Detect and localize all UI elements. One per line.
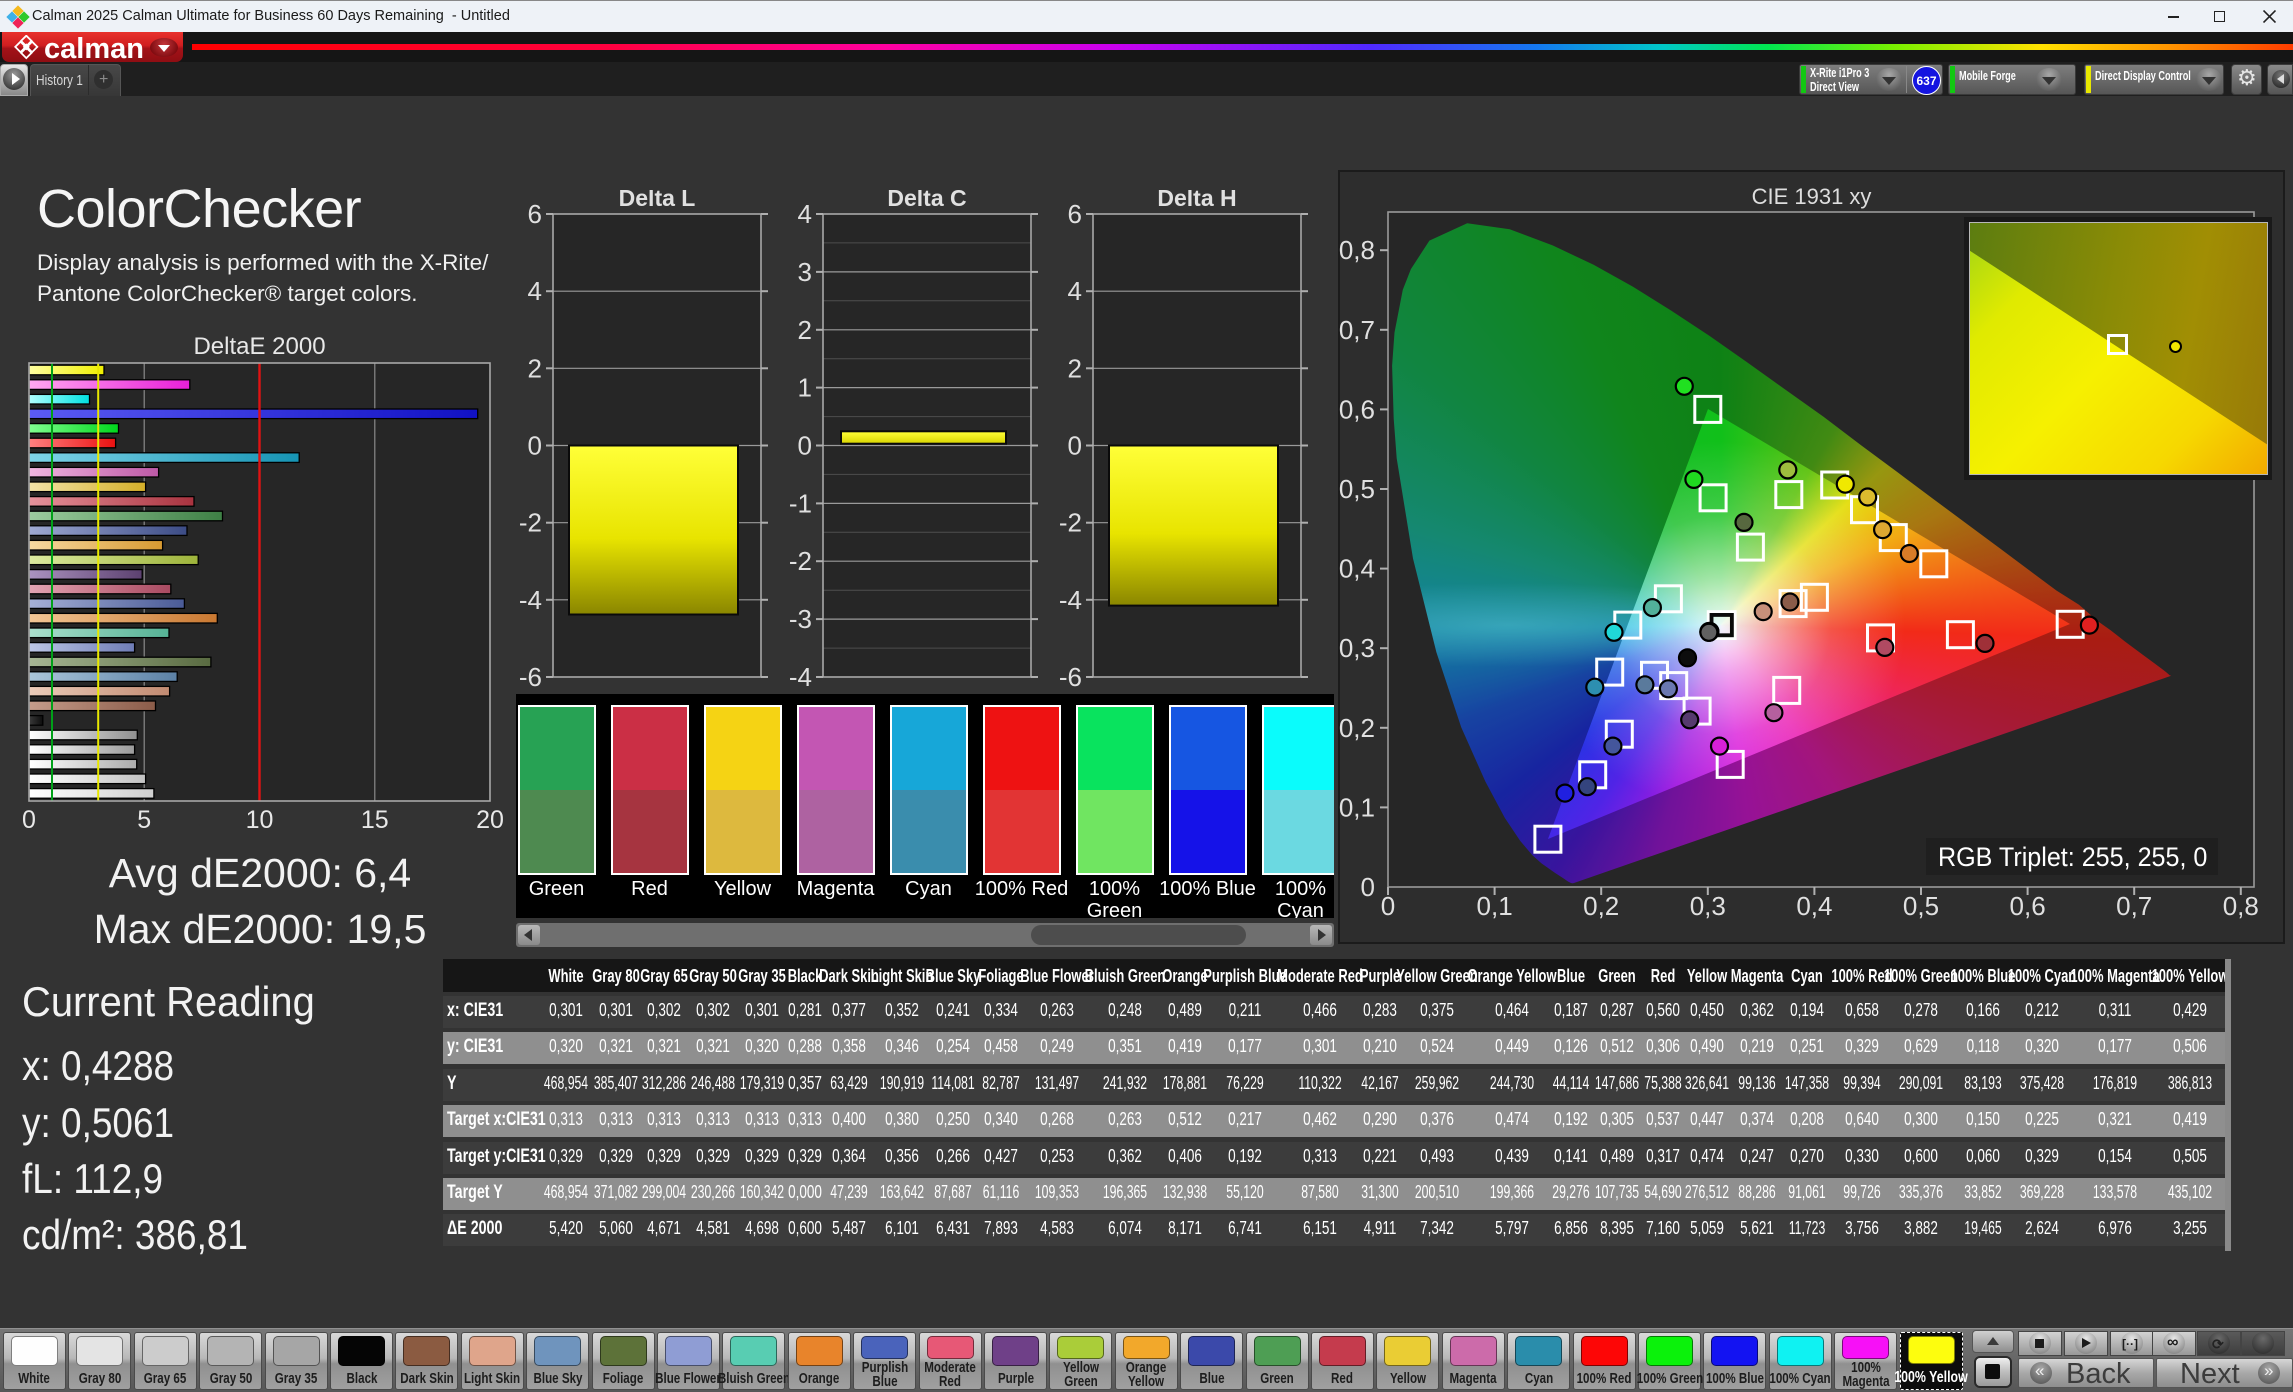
svg-text:0: 0	[1068, 431, 1082, 461]
svg-text:Delta H: Delta H	[1157, 190, 1236, 211]
svg-text:0,7: 0,7	[2116, 891, 2152, 921]
svg-text:-4: -4	[519, 585, 542, 615]
svg-text:0,2: 0,2	[1583, 891, 1619, 921]
svg-text:-1: -1	[789, 488, 812, 518]
svg-text:0,5: 0,5	[1339, 474, 1375, 504]
svg-text:0,8: 0,8	[1339, 235, 1375, 265]
svg-text:5: 5	[137, 806, 151, 834]
svg-text:0: 0	[528, 431, 542, 461]
svg-text:0: 0	[1381, 891, 1395, 921]
svg-text:1: 1	[798, 373, 812, 403]
svg-text:-4: -4	[789, 662, 812, 690]
svg-text:Delta L: Delta L	[619, 190, 696, 211]
svg-text:DeltaE 2000: DeltaE 2000	[193, 336, 325, 360]
svg-text:0,1: 0,1	[1339, 792, 1375, 822]
svg-text:Delta C: Delta C	[887, 190, 966, 211]
svg-text:0,2: 0,2	[1339, 713, 1375, 743]
svg-text:0,6: 0,6	[1339, 394, 1375, 424]
svg-text:2: 2	[798, 315, 812, 345]
svg-text:0,5: 0,5	[1903, 891, 1939, 921]
svg-text:0,4: 0,4	[1339, 554, 1375, 584]
svg-text:0: 0	[1361, 872, 1375, 902]
svg-text:2: 2	[528, 353, 542, 383]
svg-text:0,4: 0,4	[1796, 891, 1832, 921]
svg-text:-4: -4	[1059, 585, 1082, 615]
svg-text:2: 2	[1068, 353, 1082, 383]
svg-text:4: 4	[798, 199, 812, 229]
svg-text:4: 4	[528, 276, 542, 306]
svg-text:-6: -6	[1059, 662, 1082, 690]
svg-text:3: 3	[798, 257, 812, 287]
svg-text:-2: -2	[789, 546, 812, 576]
svg-text:4: 4	[1068, 276, 1082, 306]
svg-text:6: 6	[528, 199, 542, 229]
svg-text:0,3: 0,3	[1339, 633, 1375, 663]
svg-text:-6: -6	[519, 662, 542, 690]
svg-text:-2: -2	[1059, 508, 1082, 538]
svg-text:6: 6	[1068, 199, 1082, 229]
svg-text:0,7: 0,7	[1339, 315, 1375, 345]
svg-text:20: 20	[476, 806, 504, 834]
svg-text:10: 10	[246, 806, 274, 834]
svg-text:-3: -3	[789, 604, 812, 634]
svg-text:0: 0	[798, 431, 812, 461]
svg-text:15: 15	[361, 806, 389, 834]
svg-text:-2: -2	[519, 508, 542, 538]
svg-text:0: 0	[22, 806, 36, 834]
svg-text:0,3: 0,3	[1690, 891, 1726, 921]
svg-text:0,1: 0,1	[1477, 891, 1513, 921]
svg-text:0,8: 0,8	[2223, 891, 2259, 921]
svg-text:0,6: 0,6	[2010, 891, 2046, 921]
